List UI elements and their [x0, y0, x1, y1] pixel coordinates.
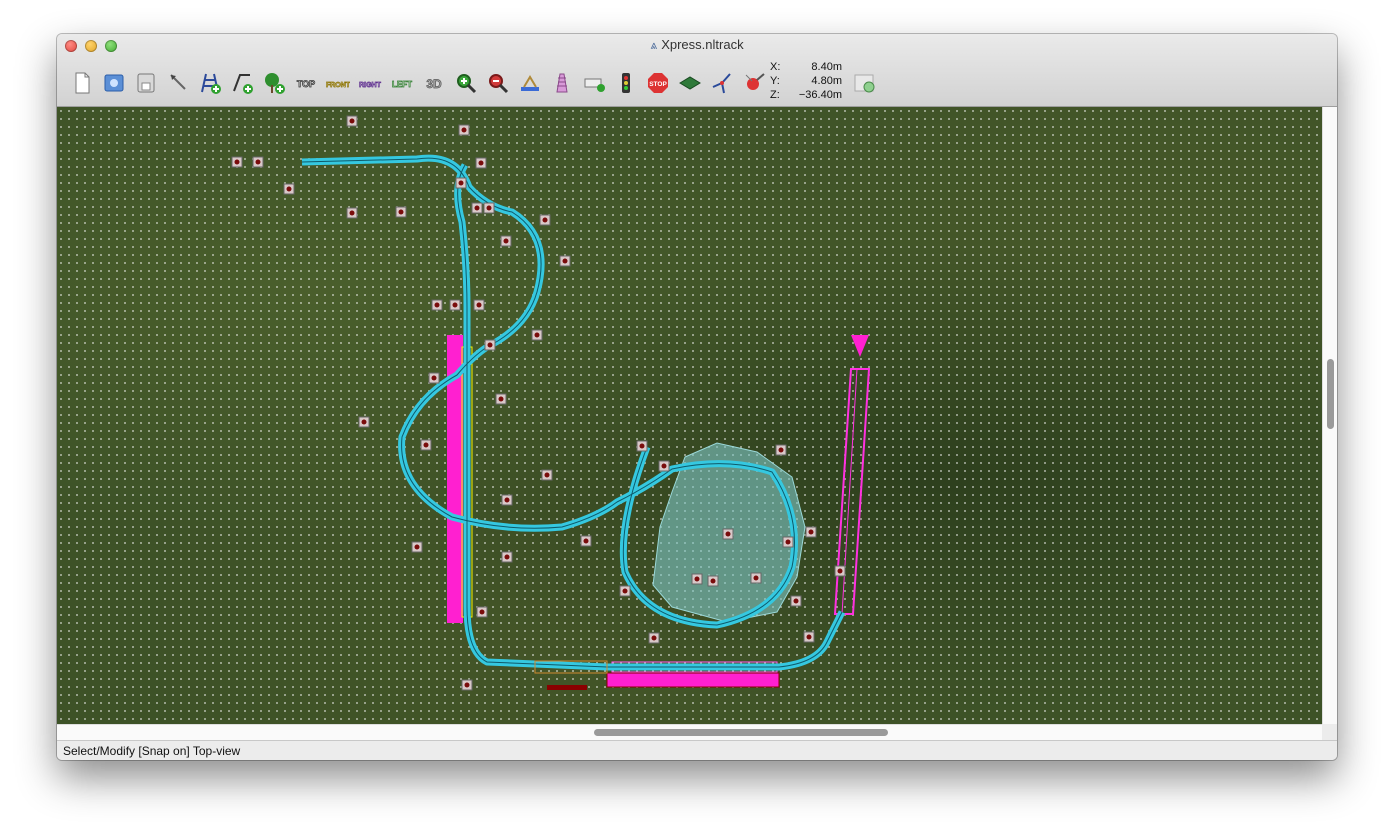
support-marker-dot — [398, 209, 404, 215]
z-value: −36.40m — [798, 89, 842, 101]
support-marker-dot — [476, 302, 482, 308]
add-support-icon[interactable] — [195, 68, 225, 98]
support-marker-dot — [487, 342, 493, 348]
vertical-scrollbar[interactable] — [1322, 107, 1337, 724]
view-3d-icon[interactable]: 3D — [419, 68, 449, 98]
support-marker-dot — [562, 258, 568, 264]
support-marker-dot — [461, 127, 467, 133]
x-value: 8.40m — [811, 61, 842, 73]
support-marker-dot — [434, 302, 440, 308]
support-marker-dot — [349, 118, 355, 124]
svg-text:FRONT: FRONT — [326, 82, 350, 89]
support-marker-dot — [464, 682, 470, 688]
track-layout-drawing — [231, 115, 871, 691]
wind-icon[interactable] — [707, 68, 737, 98]
terrain-icon[interactable] — [675, 68, 705, 98]
support-marker-dot — [479, 609, 485, 615]
x-label: X: — [770, 61, 781, 73]
select-icon[interactable] — [163, 68, 193, 98]
svg-text:LEFT: LEFT — [392, 80, 412, 89]
zoom-in-icon[interactable] — [451, 68, 481, 98]
support-marker-dot — [806, 634, 812, 640]
view-front-icon[interactable]: FRONT — [323, 68, 353, 98]
support-marker-dot — [504, 554, 510, 560]
support-marker-dot — [661, 463, 667, 469]
title-bar: ⩓ Xpress.nltrack TOP FRONT RIGHT LEFT 3D … — [57, 34, 1337, 107]
stop-icon[interactable]: STOP — [643, 68, 673, 98]
svg-text:STOP: STOP — [649, 81, 667, 88]
toolbar: TOP FRONT RIGHT LEFT 3D STOP — [67, 68, 771, 98]
support-marker-dot — [542, 217, 548, 223]
track-editor-canvas[interactable] — [57, 107, 1322, 724]
support-marker-dot — [286, 186, 292, 192]
status-text: Select/Modify [Snap on] Top-view — [63, 744, 241, 758]
support-marker-dot — [474, 205, 480, 211]
coordinates-settings-icon[interactable] — [853, 72, 877, 96]
open-icon[interactable] — [99, 68, 129, 98]
save-icon[interactable] — [131, 68, 161, 98]
view-left-icon[interactable]: LEFT — [387, 68, 417, 98]
add-tree-icon[interactable] — [259, 68, 289, 98]
support-marker-dot — [639, 443, 645, 449]
support-marker-dot — [452, 302, 458, 308]
svg-text:TOP: TOP — [297, 79, 315, 89]
support-marker-dot — [785, 539, 791, 545]
cursor-coordinates: X: 8.40m Y: 4.80m Z: −36.40m — [770, 60, 842, 102]
add-track-icon[interactable] — [227, 68, 257, 98]
support-marker-dot — [710, 578, 716, 584]
support-marker-dot — [458, 180, 464, 186]
view-top-icon[interactable]: TOP — [291, 68, 321, 98]
support-marker-dot — [255, 159, 261, 165]
support-marker-dot — [651, 635, 657, 641]
support-marker-dot — [498, 396, 504, 402]
status-bar: Select/Modify [Snap on] Top-view — [57, 740, 1337, 760]
new-document-icon[interactable] — [67, 68, 97, 98]
document-icon: ⩓ — [650, 38, 658, 52]
brake-run[interactable] — [547, 685, 587, 690]
support-marker-dot — [414, 544, 420, 550]
support-marker-dot — [544, 472, 550, 478]
station-icon[interactable] — [515, 68, 545, 98]
app-window: ⩓ Xpress.nltrack TOP FRONT RIGHT LEFT 3D … — [57, 34, 1337, 760]
lift-icon[interactable] — [547, 68, 577, 98]
svg-text:3D: 3D — [426, 77, 442, 91]
support-marker-dot — [478, 160, 484, 166]
support-marker-dot — [837, 568, 843, 574]
view-right-icon[interactable]: RIGHT — [355, 68, 385, 98]
y-value: 4.80m — [811, 75, 842, 87]
support-marker-dot — [234, 159, 240, 165]
support-marker-dot — [778, 447, 784, 453]
traffic-light-icon[interactable] — [611, 68, 641, 98]
support-marker-dot — [423, 442, 429, 448]
support-marker-dot — [503, 238, 509, 244]
support-marker-dot — [725, 531, 731, 537]
zoom-out-icon[interactable] — [483, 68, 513, 98]
support-marker-dot — [793, 598, 799, 604]
transport-icon[interactable] — [579, 68, 609, 98]
support-marker-dot — [808, 529, 814, 535]
support-marker-dot — [349, 210, 355, 216]
support-marker-dot — [694, 576, 700, 582]
support-marker-dot — [431, 375, 437, 381]
horizontal-scrollbar[interactable] — [57, 724, 1322, 740]
support-marker-dot — [534, 332, 540, 338]
support-marker-dot — [583, 538, 589, 544]
y-label: Y: — [770, 75, 780, 87]
vertical-scroll-thumb[interactable] — [1327, 359, 1334, 429]
pick-icon[interactable] — [739, 68, 769, 98]
window-title: ⩓ Xpress.nltrack — [650, 37, 744, 52]
svg-text:RIGHT: RIGHT — [359, 82, 382, 89]
support-marker-dot — [361, 419, 367, 425]
horizontal-scroll-thumb[interactable] — [594, 729, 888, 736]
support-marker-dot — [622, 588, 628, 594]
support-marker-dot — [753, 575, 759, 581]
z-label: Z: — [770, 89, 780, 101]
support-marker-dot — [504, 497, 510, 503]
support-marker-dot — [486, 205, 492, 211]
